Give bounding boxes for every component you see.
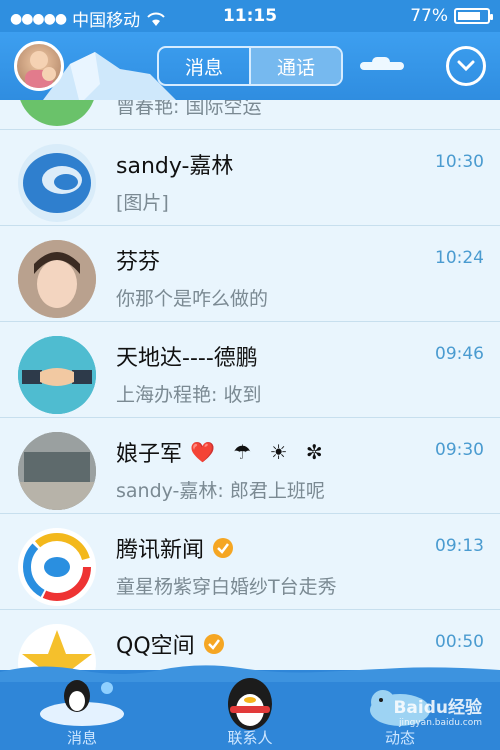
nav-feed[interactable]: 动态 xyxy=(340,690,460,748)
contact-name: 芬芬 xyxy=(116,250,161,275)
timestamp: 10:24 xyxy=(435,248,484,268)
avatar-photo xyxy=(25,51,56,88)
list-item[interactable]: 曾春艳: 国际空运 xyxy=(0,100,500,130)
contact-name: QQ空间 xyxy=(116,628,225,660)
message-preview: 曾春艳: 国际空运 xyxy=(116,100,262,118)
message-preview: 童星杨紫穿白婚纱T台走秀 xyxy=(116,576,337,598)
avatar xyxy=(18,528,96,606)
avatar xyxy=(18,144,96,222)
contact-name: 腾讯新闻 xyxy=(116,532,234,564)
person-photo xyxy=(18,240,96,318)
timestamp: 09:46 xyxy=(435,344,484,364)
verified-icon xyxy=(203,634,224,654)
battery-icon xyxy=(454,8,493,24)
list-item[interactable]: sandy-嘉林 10:30 [图片] xyxy=(0,130,500,226)
building-photo xyxy=(18,432,96,510)
avatar xyxy=(18,432,96,510)
list-item[interactable]: 娘子军 ❤️ ☂ ☀ ✼ 09:30 sandy-嘉林: 郎君上班呢 xyxy=(0,418,500,514)
timestamp: 09:13 xyxy=(435,536,484,556)
chat-logo-icon xyxy=(23,153,91,213)
tab-calls[interactable]: 通话 xyxy=(249,48,341,84)
conversation-list: 曾春艳: 国际空运 sandy-嘉林 10:30 [图片] 芬芬 10:24 你… xyxy=(0,100,500,670)
penguin-bath-icon xyxy=(40,680,124,726)
verified-icon xyxy=(213,538,234,558)
tab-messages[interactable]: 消息 xyxy=(159,48,249,84)
avatar xyxy=(18,100,96,126)
battery-percent: 77% xyxy=(410,6,448,26)
list-item[interactable]: 腾讯新闻 09:13 童星杨紫穿白婚纱T台走秀 xyxy=(0,514,500,610)
chevron-down-icon xyxy=(457,60,475,72)
handshake-icon xyxy=(18,336,96,414)
header: 消息 通话 xyxy=(0,32,500,100)
avatar xyxy=(18,240,96,318)
timestamp: 00:50 xyxy=(435,632,484,652)
contact-name: 娘子军 ❤️ ☂ ☀ ✼ xyxy=(116,440,329,467)
message-preview: sandy-嘉林: 郎君上班呢 xyxy=(116,480,325,502)
my-avatar[interactable] xyxy=(14,41,64,91)
message-preview: 你那个是咋么做的 xyxy=(116,288,269,310)
contact-name: 天地达----德鹏 xyxy=(116,346,258,371)
timestamp: 10:30 xyxy=(435,152,484,172)
cloud-decoration xyxy=(372,57,390,67)
list-item[interactable]: 芬芬 10:24 你那个是咋么做的 xyxy=(0,226,500,322)
message-preview: [图片] xyxy=(116,192,169,214)
emoji-decoration: ❤️ ☂ ☀ ✼ xyxy=(190,440,329,464)
message-preview: 上海办程艳: 收到 xyxy=(116,384,262,406)
avatar xyxy=(18,336,96,414)
timestamp: 09:30 xyxy=(435,440,484,460)
list-item[interactable]: 天地达----德鹏 09:46 上海办程艳: 收到 xyxy=(0,322,500,418)
penguin-icon xyxy=(228,678,272,730)
nav-contacts[interactable]: 联系人 xyxy=(190,678,310,748)
dropdown-button[interactable] xyxy=(446,46,486,86)
status-bar: ●●●●● 中国移动 11:15 77% xyxy=(0,0,500,32)
segment-tabs: 消息 通话 xyxy=(157,46,343,86)
contact-name: sandy-嘉林 xyxy=(116,154,234,179)
tencent-news-icon xyxy=(23,533,91,601)
baidu-watermark: Baidu经验 jingyan.baidu.com xyxy=(393,698,482,728)
bottom-nav: 消息 联系人 动态 Baidu经验 jingyan.baidu.com xyxy=(0,665,500,750)
nav-messages[interactable]: 消息 xyxy=(22,680,142,748)
